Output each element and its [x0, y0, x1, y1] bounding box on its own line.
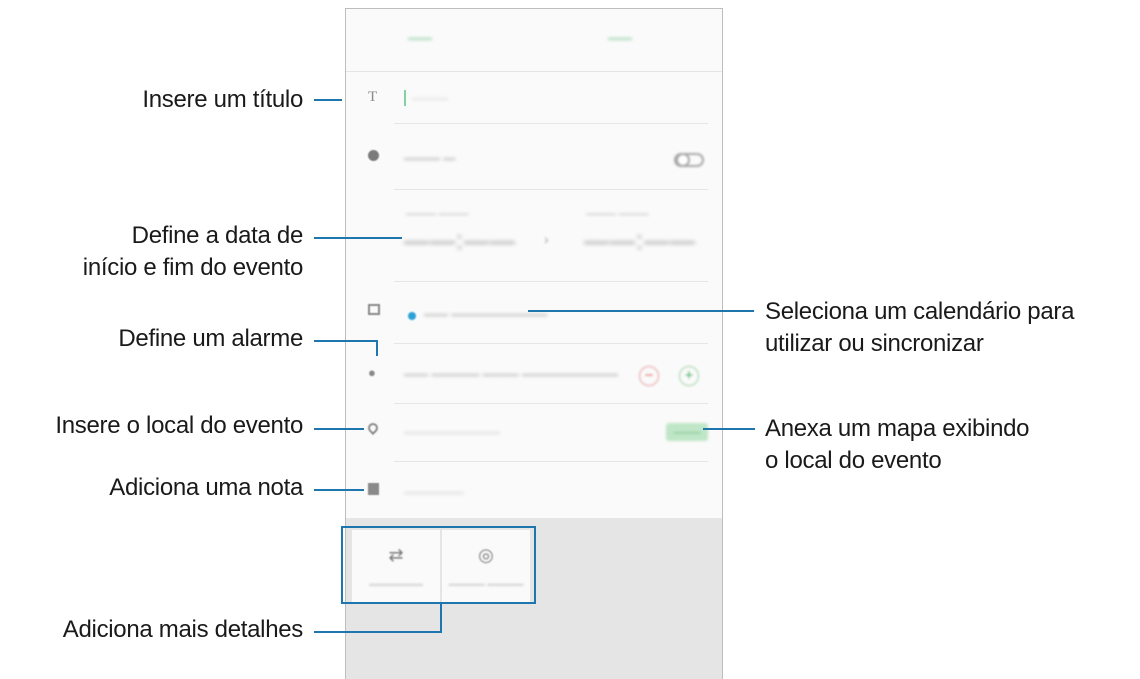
title-input-cursor[interactable] — [404, 90, 406, 106]
callout-date-line2: início e fim do evento — [82, 254, 304, 281]
clock-icon — [368, 150, 379, 161]
calendar-color-dot — [408, 312, 416, 320]
callout-note: Adiciona uma nota — [109, 474, 303, 501]
end-date-label: ——— ——— — [586, 209, 649, 220]
map-button[interactable]: ——— — [666, 423, 708, 441]
all-day-label: ——— — — [404, 151, 456, 165]
callout-line-calendar — [528, 310, 754, 312]
callout-line-title — [314, 99, 342, 101]
callout-line-alarm — [376, 340, 378, 356]
calendar-icon — [368, 304, 380, 315]
alarm-value[interactable]: —— ———— ——— ———————— — [404, 367, 618, 381]
arrow-right-icon: › — [544, 231, 549, 247]
text-icon: T — [368, 89, 378, 105]
more-details-highlight — [341, 526, 536, 604]
callout-line-map — [703, 428, 755, 430]
cancel-button[interactable]: —— — [408, 31, 432, 45]
divider — [394, 189, 708, 190]
note-input[interactable]: ————— — [404, 485, 464, 499]
divider — [394, 123, 708, 124]
location-pin-icon — [365, 420, 381, 436]
location-input[interactable]: ———————— — [404, 425, 500, 439]
title-input[interactable]: ——— — [412, 91, 448, 105]
callout-date-line1: Define a data de — [131, 222, 304, 249]
alarm-row[interactable]: ● —— ———— ——— ———————— — [346, 363, 722, 393]
callout-map-line1: Anexa um mapa exibindo — [765, 415, 1030, 442]
callout-line-more — [314, 631, 442, 633]
all-day-toggle[interactable] — [674, 153, 704, 167]
callout-location: Insere o local do evento — [55, 412, 303, 439]
callout-calendar-line1: Seleciona um calendário para — [765, 298, 1075, 325]
divider — [394, 343, 708, 344]
callout-line-note — [314, 489, 364, 491]
callout-more-details: Adiciona mais detalhes — [62, 616, 304, 643]
note-row[interactable]: ————— — [346, 481, 722, 511]
start-time[interactable]: ——:—— — [404, 227, 516, 256]
start-date-label: ——— ——— — [406, 209, 469, 220]
save-button[interactable]: —— — [608, 31, 632, 45]
title-row[interactable]: T ——— — [346, 87, 722, 117]
callout-line-date — [314, 237, 402, 239]
callout-map-line2: o local do evento — [765, 447, 942, 474]
callout-title: Insere um título — [142, 86, 303, 113]
all-day-row[interactable]: ——— — — [346, 147, 722, 177]
bell-icon: ● — [368, 365, 376, 380]
callout-line-more — [440, 604, 442, 633]
callout-line-alarm — [314, 340, 376, 342]
callout-line-location — [314, 428, 364, 430]
note-icon — [368, 483, 379, 495]
divider — [394, 403, 708, 404]
divider — [394, 281, 708, 282]
add-alarm-button[interactable]: + — [679, 366, 699, 386]
top-action-bar: —— —— — [346, 9, 722, 72]
remove-alarm-button[interactable]: − — [639, 366, 659, 386]
callout-alarm: Define um alarme — [118, 325, 303, 352]
divider — [394, 461, 708, 462]
end-time[interactable]: ——:—— — [584, 227, 696, 256]
callout-calendar-line2: utilizar ou sincronizar — [765, 330, 984, 357]
